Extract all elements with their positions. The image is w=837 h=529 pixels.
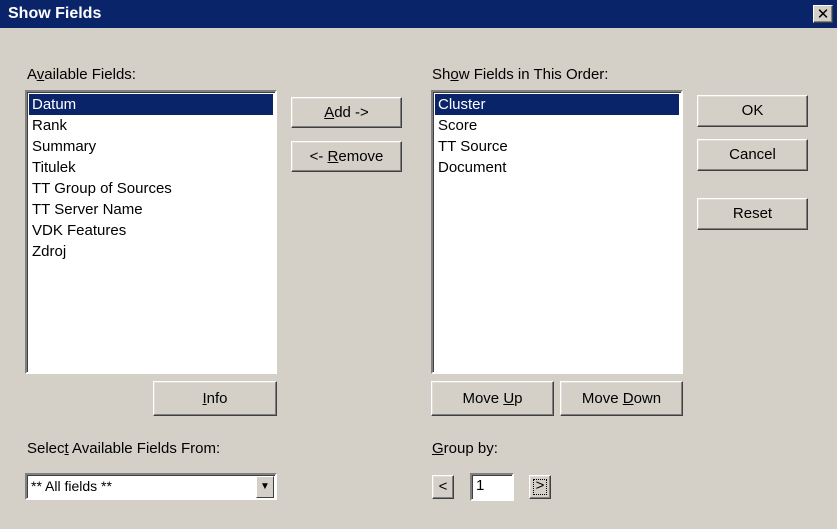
select-fields-from-label: Select Available Fields From: (27, 440, 221, 457)
dropdown-arrow-icon[interactable]: ▼ (256, 476, 274, 498)
info-button[interactable]: Info (153, 381, 277, 416)
list-item[interactable]: Cluster (435, 94, 679, 115)
show-fields-list[interactable]: Cluster Score TT Source Document (431, 90, 683, 374)
fields-source-select[interactable]: ** All fields ** ▼ (25, 473, 277, 500)
list-item[interactable]: Summary (29, 136, 273, 157)
group-prev-button[interactable]: < (432, 475, 454, 499)
list-item[interactable]: Titulek (29, 157, 273, 178)
ok-button[interactable]: OK (697, 95, 808, 127)
close-icon: ✕ (816, 6, 830, 23)
cancel-button[interactable]: Cancel (697, 139, 808, 171)
list-item[interactable]: Datum (29, 94, 273, 115)
list-item[interactable]: Rank (29, 115, 273, 136)
close-button[interactable]: ✕ (813, 5, 833, 23)
group-by-input[interactable]: 1 (470, 473, 514, 501)
group-next-button[interactable]: > (529, 475, 551, 499)
available-fields-label: Available Fields: (27, 66, 136, 83)
list-item[interactable]: TT Group of Sources (29, 178, 273, 199)
list-item[interactable]: Score (435, 115, 679, 136)
group-by-label: Group by: (432, 440, 498, 457)
show-fields-order-label: Show Fields in This Order: (432, 66, 609, 83)
fields-source-value: ** All fields ** (31, 478, 112, 494)
list-item[interactable]: VDK Features (29, 220, 273, 241)
window-title: Show Fields (8, 5, 102, 22)
move-up-button[interactable]: Move Up (431, 381, 554, 416)
list-item[interactable]: Zdroj (29, 241, 273, 262)
available-fields-list[interactable]: Datum Rank Summary Titulek TT Group of Sourc… (25, 90, 277, 374)
add-button[interactable]: Add -> (291, 97, 402, 128)
remove-button[interactable]: <- Remove (291, 141, 402, 172)
title-bar: Show Fields ✕ (0, 0, 837, 28)
list-item[interactable]: TT Source (435, 136, 679, 157)
list-item[interactable]: TT Server Name (29, 199, 273, 220)
move-down-button[interactable]: Move Down (560, 381, 683, 416)
reset-button[interactable]: Reset (697, 198, 808, 230)
list-item[interactable]: Document (435, 157, 679, 178)
